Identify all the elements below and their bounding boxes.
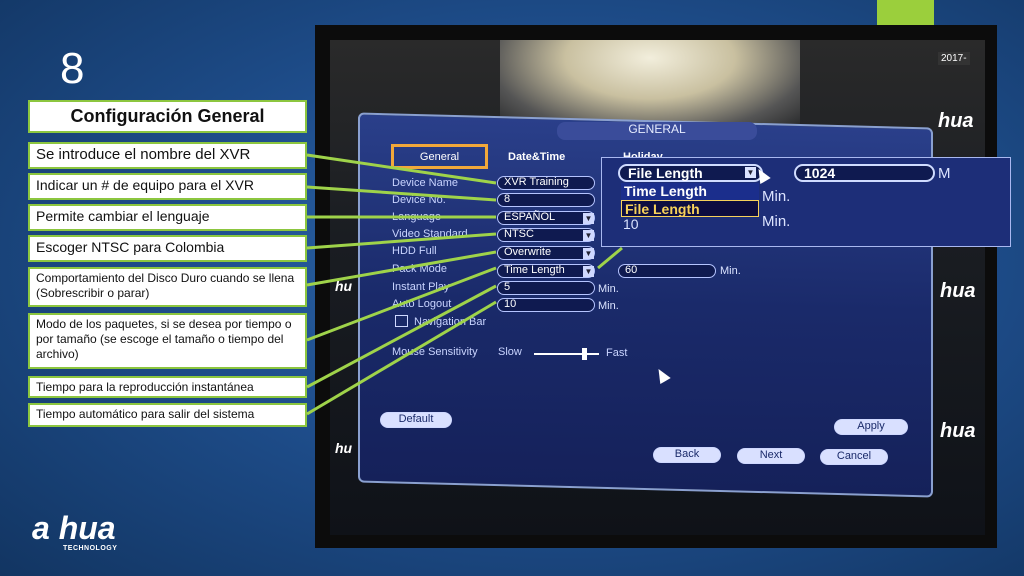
connector-lines	[306, 153, 623, 416]
dahua-logo-sub: TECHNOLOGY	[63, 545, 118, 552]
dahua-logo: a hua	[32, 510, 116, 546]
